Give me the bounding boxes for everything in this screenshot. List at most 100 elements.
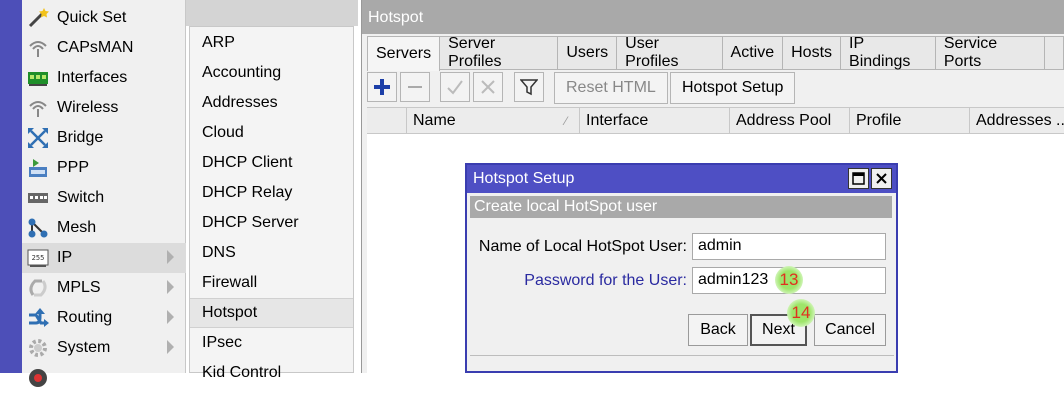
maximize-button[interactable] [848, 168, 869, 189]
menu-item-label: Mesh [57, 219, 97, 236]
column-selector[interactable] [367, 108, 407, 134]
chevron-right-icon [167, 310, 174, 324]
add-button[interactable] [367, 72, 397, 102]
submenu-item-addresses[interactable]: Addresses [190, 88, 353, 118]
tab-users[interactable]: Users [558, 36, 618, 70]
cancel-button[interactable]: Cancel [814, 314, 886, 346]
tab-service-ports[interactable]: Service Ports [935, 35, 1045, 70]
tab-overflow[interactable] [1044, 36, 1064, 70]
menu-item-wireless[interactable]: Wireless [22, 93, 186, 123]
reset-html-button[interactable]: Reset HTML [554, 72, 668, 104]
password-label: Password for the User: [524, 272, 687, 289]
submenu-item-cloud[interactable]: Cloud [190, 118, 353, 148]
menu-item-ip[interactable]: 255 IP [22, 243, 186, 273]
menu-item-mesh[interactable]: Mesh [22, 213, 186, 243]
submenu-header-area [186, 0, 358, 26]
menu-item-label: MPLS [57, 279, 101, 296]
hotspot-toolbar: Reset HTML Hotspot Setup [362, 71, 1064, 107]
menu-item-label: System [57, 339, 111, 356]
close-button[interactable] [871, 168, 892, 189]
hotspot-setup-button[interactable]: Hotspot Setup [670, 72, 796, 104]
submenu-item-ipsec[interactable]: IPsec [190, 328, 353, 358]
menu-item-system[interactable]: System [22, 333, 186, 363]
submenu-item-kid-control[interactable]: Kid Control [190, 358, 353, 388]
menu-item-ppp[interactable]: PPP [22, 153, 186, 183]
submenu-item-dns[interactable]: DNS [190, 238, 353, 268]
hotspot-window-title[interactable]: Hotspot [362, 0, 1064, 34]
menu-item-routing[interactable]: Routing [22, 303, 186, 333]
tab-server-profiles[interactable]: Server Profiles [440, 35, 559, 70]
filter-icon [520, 79, 538, 96]
wand-icon [25, 7, 51, 29]
hotspot-setup-dialog: Hotspot Setup Create local HotSpot user … [465, 163, 898, 373]
column-interface[interactable]: Interface [580, 108, 730, 134]
remove-button[interactable] [400, 72, 430, 102]
back-button[interactable]: Back [688, 314, 748, 346]
column-name[interactable]: Name [407, 108, 580, 134]
column-profile[interactable]: Profile [850, 108, 970, 134]
submenu-item-dhcp-client[interactable]: DHCP Client [190, 148, 353, 178]
username-field[interactable]: admin [692, 233, 886, 260]
filter-button[interactable] [514, 72, 544, 102]
interfaces-card-icon [25, 67, 51, 89]
chevron-right-icon [167, 280, 174, 294]
menu-item-label: Routing [57, 309, 113, 326]
submenu-item-arp[interactable]: ARP [190, 28, 353, 58]
tab-servers[interactable]: Servers [367, 36, 441, 71]
menu-item-label: CAPsMAN [57, 39, 134, 56]
submenu-item-accounting[interactable]: Accounting [190, 58, 353, 88]
cross-icon [481, 80, 495, 94]
sort-icon: ⁄ [565, 114, 568, 128]
gear-icon [25, 337, 51, 359]
disable-button[interactable] [473, 72, 503, 102]
antenna-icon [25, 37, 51, 59]
dialog-subtitle: Create local HotSpot user [470, 196, 892, 218]
submenu-item-firewall[interactable]: Firewall [190, 268, 353, 298]
ip-submenu: ARP Accounting Addresses Cloud DHCP Clie… [189, 26, 354, 381]
wireless-icon [25, 97, 51, 119]
username-label: Name of Local HotSpot User: [478, 238, 687, 255]
hotspot-tabs: Servers Server Profiles Users User Profi… [367, 35, 1064, 71]
menu-item-switch[interactable]: Switch [22, 183, 186, 213]
queue-icon [25, 367, 51, 389]
menu-item-label: Bridge [57, 129, 104, 146]
dialog-status-area [470, 355, 894, 373]
menu-item-label: PPP [57, 159, 90, 176]
tab-active[interactable]: Active [722, 36, 784, 70]
menu-item-quick-set[interactable]: Quick Set [22, 3, 186, 33]
tab-hosts[interactable]: Hosts [783, 36, 842, 70]
tab-ip-bindings[interactable]: IP Bindings [841, 35, 936, 70]
close-icon [876, 173, 887, 184]
ppp-icon [25, 157, 51, 179]
left-brand-strip [0, 0, 22, 373]
column-addresses[interactable]: Addresses ... [970, 108, 1064, 134]
submenu-item-dhcp-relay[interactable]: DHCP Relay [190, 178, 353, 208]
step-marker-next: 14 [787, 299, 815, 327]
menu-item-label: Wireless [57, 99, 119, 116]
menu-item-capsman[interactable]: CAPsMAN [22, 33, 186, 63]
ip-badge-text: 255 [32, 254, 45, 262]
menu-item-label: Quick Set [57, 9, 127, 26]
dialog-title[interactable]: Hotspot Setup [467, 165, 896, 193]
menu-item-label: Interfaces [57, 69, 128, 86]
maximize-icon [852, 172, 865, 185]
menu-item-mpls[interactable]: MPLS [22, 273, 186, 303]
bridge-icon [25, 127, 51, 149]
chevron-right-icon [167, 250, 174, 264]
menu-item-label: Switch [57, 189, 105, 206]
submenu-item-hotspot[interactable]: Hotspot [190, 298, 353, 328]
plus-icon [374, 79, 390, 95]
enable-button[interactable] [440, 72, 470, 102]
menu-item-partial[interactable] [22, 363, 186, 393]
menu-item-bridge[interactable]: Bridge [22, 123, 186, 153]
mesh-icon [25, 217, 51, 239]
servers-table-header: Name ⁄ Interface Address Pool Profile Ad… [367, 107, 1064, 134]
mpls-icon [25, 277, 51, 299]
minus-icon [408, 86, 422, 88]
menu-item-interfaces[interactable]: Interfaces [22, 63, 186, 93]
tab-user-profiles[interactable]: User Profiles [617, 35, 723, 70]
check-icon [447, 80, 463, 95]
submenu-item-dhcp-server[interactable]: DHCP Server [190, 208, 353, 238]
column-address-pool[interactable]: Address Pool [730, 108, 850, 134]
chevron-right-icon [167, 340, 174, 354]
